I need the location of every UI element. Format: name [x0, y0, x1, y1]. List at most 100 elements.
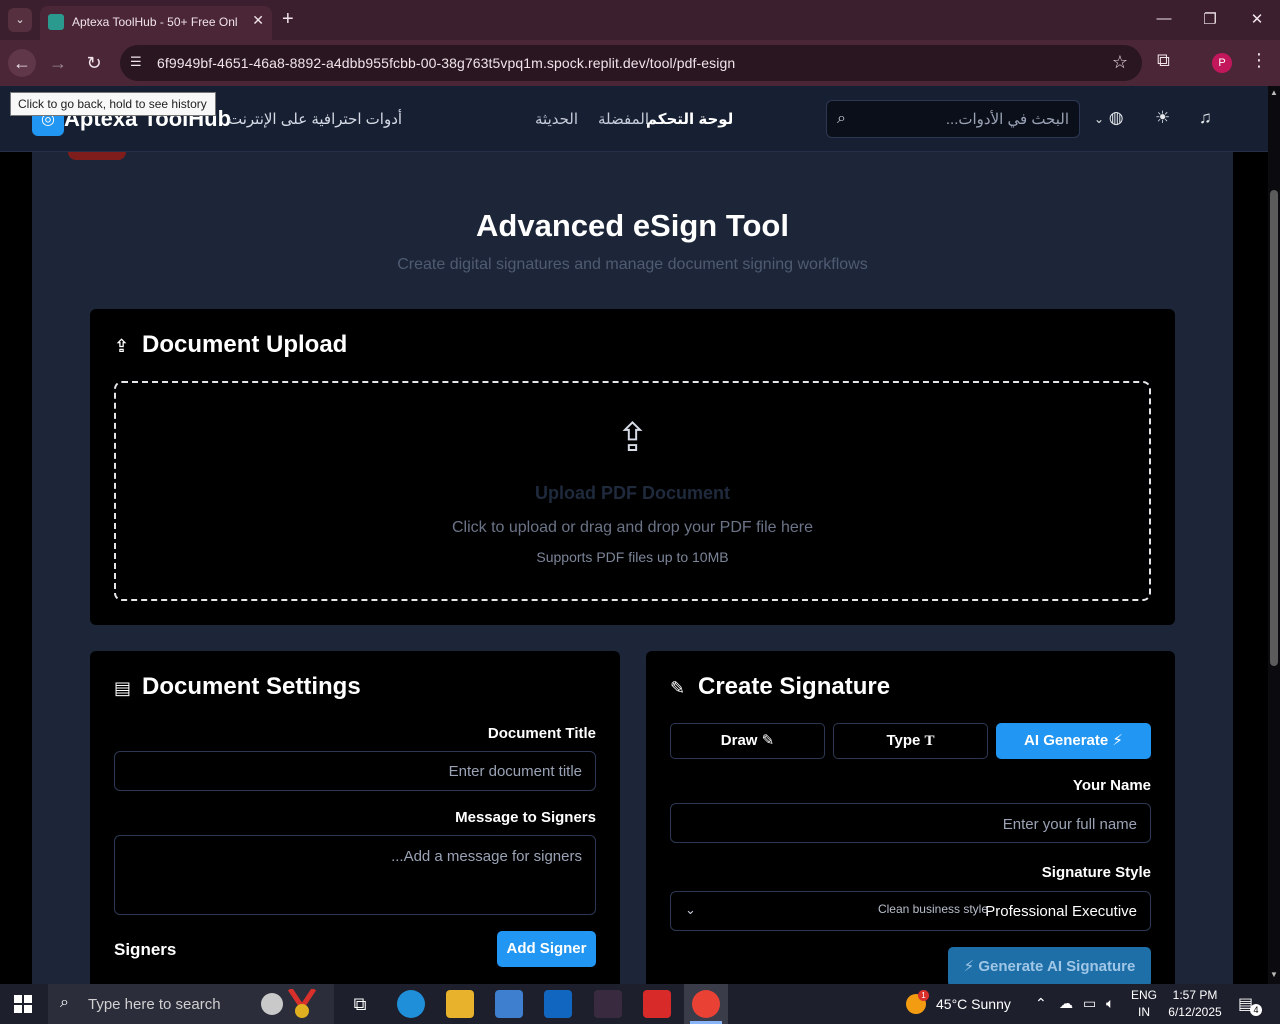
address-bar[interactable]: ☰ 6f9949bf-4651-46a8-8892-a4dbb955fcbb-0… — [120, 45, 1142, 81]
add-signer-button[interactable]: Add Signer — [497, 931, 596, 967]
back-arrow-icon[interactable]: ← — [8, 49, 36, 77]
browser-toolbar: ← → ↻ ☰ 6f9949bf-4651-46a8-8892-a4dbb955… — [0, 40, 1280, 86]
windows-taskbar: ⌕ Type here to search ⧉ 1 45°C Sunny ⌃ ☁… — [0, 984, 1280, 1024]
magic-wand-icon: ⚡ — [963, 958, 975, 975]
message-textarea[interactable]: ...Add a message for signers — [114, 835, 596, 915]
style-description: Clean business style — [877, 902, 988, 916]
app-icon[interactable] — [594, 990, 622, 1018]
site-info-icon[interactable]: ☰ — [130, 54, 142, 70]
page-scrollbar[interactable]: ▲ ▼ — [1268, 86, 1280, 984]
forward-arrow-icon[interactable]: → — [44, 49, 72, 77]
chevron-down-icon: ⌄ — [685, 902, 696, 917]
browser-menu-icon[interactable]: ⋮ — [1250, 50, 1268, 71]
full-name-placeholder: Enter your full name — [1002, 816, 1137, 833]
windows-start-icon[interactable] — [14, 995, 32, 1013]
page-content: Advanced eSign Tool Create digital signa… — [0, 152, 1268, 991]
tab-favicon-icon — [48, 14, 64, 30]
tab-close-icon[interactable]: ✕ — [252, 12, 264, 29]
scroll-down-icon[interactable]: ▼ — [1268, 970, 1280, 979]
settings-title: Document Settings — [142, 673, 361, 700]
close-window-icon[interactable]: ✕ — [1247, 10, 1267, 28]
restore-icon[interactable]: ❐ — [1200, 10, 1220, 28]
site-tagline: أدوات احترافية على الإنترنت — [228, 111, 403, 128]
upload-title: Document Upload — [142, 331, 348, 358]
clock-date: 6/12/2025 — [1168, 1005, 1222, 1019]
pencil-icon: ✎ — [670, 678, 686, 698]
profile-avatar[interactable]: P — [1212, 53, 1232, 73]
url-text[interactable]: 6f9949bf-4651-46a8-8892-a4dbb955fcbb-00-… — [157, 55, 735, 71]
chevron-down-icon: ⌄ — [1094, 112, 1105, 126]
full-name-input[interactable]: Enter your full name — [670, 803, 1151, 843]
globe-icon: ◍ — [1108, 108, 1124, 127]
text-type-icon: T — [924, 733, 935, 749]
generate-ai-signature-label: Generate AI Signature — [978, 958, 1136, 975]
search-input[interactable] — [863, 107, 1069, 131]
microsoft-store-icon[interactable] — [495, 990, 523, 1018]
nav-dashboard[interactable]: لوحة التحكم — [646, 110, 733, 128]
partial-badge — [68, 152, 126, 160]
reload-icon[interactable]: ↻ — [80, 49, 108, 77]
signers-heading: Signers — [114, 940, 177, 959]
network-icon[interactable]: ▭ — [1083, 995, 1096, 1012]
weather-text[interactable]: 45°C Sunny — [936, 996, 1011, 1012]
search-icon: ⌕ — [60, 994, 69, 1011]
edge-icon[interactable] — [397, 990, 425, 1018]
language-indicator[interactable]: ENG IN — [1128, 988, 1160, 1019]
onedrive-icon[interactable]: ☁ — [1059, 995, 1073, 1012]
notifications-bell-icon[interactable]: ♫ — [1199, 108, 1212, 128]
task-view-icon[interactable]: ⧉ — [346, 990, 374, 1018]
language-line1: ENG — [1130, 988, 1157, 1002]
chrome-icon[interactable] — [692, 990, 720, 1018]
card-title: ⇪ Document Upload — [114, 331, 347, 359]
generate-ai-signature-button[interactable]: ⚡ Generate AI Signature — [948, 947, 1151, 987]
document-title-label: Document Title — [487, 725, 596, 742]
document-icon: ▤ — [114, 678, 132, 698]
minimize-icon[interactable]: — — [1154, 10, 1174, 27]
card-title: ▤ Document Settings — [114, 673, 361, 701]
scroll-up-icon[interactable]: ▲ — [1268, 88, 1280, 97]
language-selector[interactable]: ⌄ ◍ — [1094, 108, 1124, 128]
document-title-input[interactable]: Enter document title — [114, 751, 596, 791]
browser-tab-strip: ⌄ Aptexa ToolHub - 50+ Free Onl ✕ + — ❐ … — [0, 0, 1280, 40]
create-signature-card: ✎ Create Signature Draw ✎ Type T AI Gener… — [646, 651, 1175, 991]
upload-icon: ⇪ — [114, 336, 130, 356]
main-panel: Advanced eSign Tool Create digital signa… — [32, 152, 1233, 991]
upload-arrow-icon: ⇪ — [615, 416, 650, 460]
document-settings-card: ▤ Document Settings Document Title Enter … — [90, 651, 620, 991]
tab-draw[interactable]: Draw ✎ — [670, 723, 825, 759]
dropzone-title: Upload PDF Document — [534, 483, 730, 503]
clock[interactable]: 1:57 PM 6/12/2025 — [1164, 988, 1226, 1019]
dropzone-text: Click to upload or drag and drop your PD… — [451, 519, 814, 536]
tab-search-dropdown-icon[interactable]: ⌄ — [8, 8, 32, 32]
outlook-icon[interactable] — [544, 990, 572, 1018]
search-highlight-icon — [261, 989, 317, 1018]
taskbar-search[interactable]: ⌕ Type here to search — [48, 984, 334, 1024]
document-upload-card: ⇪ Document Upload ⇪ Upload PDF Document C… — [90, 309, 1175, 625]
page-title: Advanced eSign Tool — [476, 208, 789, 243]
taskbar-search-placeholder: Type here to search — [88, 996, 221, 1013]
nav-favorites[interactable]: المفضلة — [598, 110, 649, 128]
message-label: Message to Signers — [455, 809, 596, 826]
signature-style-label: Signature Style — [1041, 864, 1151, 881]
pencil-icon: ✎ — [761, 732, 775, 749]
tray-chevron-icon[interactable]: ⌃ — [1035, 995, 1047, 1012]
bookmark-star-icon[interactable]: ☆ — [1112, 52, 1128, 73]
theme-toggle-sun-icon[interactable]: ☀ — [1155, 108, 1170, 128]
volume-muted-icon[interactable]: 🔈︎ — [1106, 995, 1114, 1012]
tab-draw-label: Draw — [720, 732, 758, 749]
file-explorer-icon[interactable] — [446, 990, 474, 1018]
browser-tab[interactable]: Aptexa ToolHub - 50+ Free Onl ✕ — [40, 6, 272, 40]
tab-ai-generate[interactable]: AI Generate ⚡ — [996, 723, 1151, 759]
pdf-app-icon[interactable] — [643, 990, 671, 1018]
nav-recent[interactable]: الحديثة — [535, 110, 578, 128]
new-tab-button[interactable]: + — [282, 9, 294, 29]
extensions-puzzle-icon[interactable]: ⧉ — [1157, 50, 1170, 71]
search-box[interactable]: ⌕ — [826, 100, 1080, 138]
tab-ai-generate-label: AI Generate — [1024, 732, 1109, 749]
scroll-thumb[interactable] — [1270, 190, 1278, 666]
pdf-dropzone[interactable]: ⇪ Upload PDF Document Click to upload or… — [114, 381, 1151, 601]
your-name-label: Your Name — [1072, 777, 1151, 794]
page-subtitle: Create digital signatures and manage doc… — [397, 256, 868, 273]
signature-style-select[interactable]: ⌄ Professional Executive Clean business … — [670, 891, 1151, 931]
tab-type[interactable]: Type T — [833, 723, 988, 759]
